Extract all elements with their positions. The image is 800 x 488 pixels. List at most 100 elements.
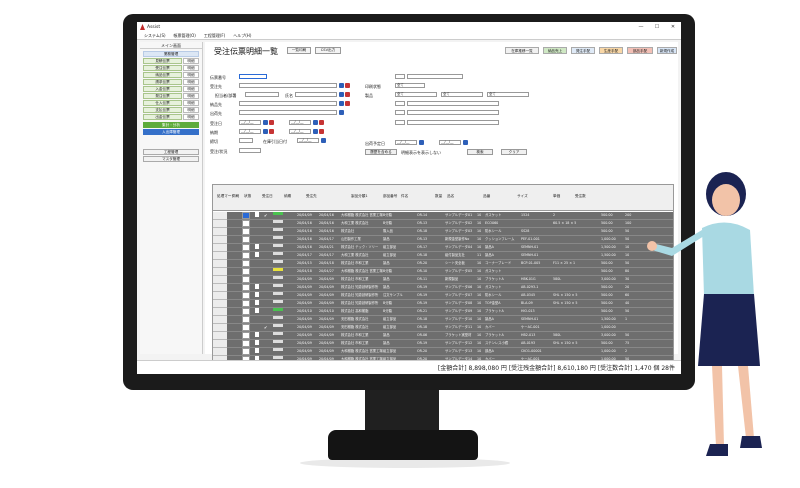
sidebar-detail-button[interactable]: 明細 — [183, 93, 199, 99]
row-header[interactable] — [213, 308, 227, 316]
product-select-1[interactable]: 全て — [395, 92, 437, 97]
menu-reports[interactable]: 帳票管理(O) — [174, 33, 196, 39]
calendar-icon[interactable] — [263, 120, 268, 125]
menu-process[interactable]: 工程管理(F) — [204, 33, 225, 39]
include-history-button[interactable]: 履歴を含める — [365, 149, 397, 155]
calendar-icon[interactable] — [419, 140, 424, 145]
row-header[interactable] — [213, 220, 227, 228]
filter-type-value[interactable] — [407, 74, 463, 79]
row-header[interactable] — [213, 244, 227, 252]
calendar-icon[interactable] — [321, 138, 326, 143]
hide-detail-checkbox[interactable]: 明細表示を表示しない — [401, 150, 441, 156]
row-select[interactable] — [242, 268, 250, 275]
row-header[interactable] — [213, 284, 227, 292]
filter-input-b[interactable] — [407, 110, 499, 115]
sidebar-detail-button[interactable]: 明細 — [183, 100, 199, 106]
due-date-to[interactable]: __/__/__ — [289, 129, 311, 134]
search-button[interactable]: 検索 — [467, 149, 493, 155]
sidebar-detail-button[interactable]: 明細 — [183, 86, 199, 92]
column-header[interactable]: 品番 — [483, 194, 490, 199]
filter-select-b[interactable] — [395, 110, 405, 115]
filter-select-a[interactable] — [395, 101, 405, 106]
action-button[interactable]: 納品売上 — [543, 47, 567, 54]
row-select[interactable] — [242, 228, 250, 235]
row-select[interactable] — [242, 308, 250, 315]
row-header[interactable] — [213, 228, 227, 236]
column-header[interactable]: 品名 — [447, 194, 454, 199]
filter-select-c[interactable] — [395, 120, 405, 125]
row-select[interactable] — [242, 292, 250, 299]
sidebar-section-business[interactable]: 業務管理 — [143, 51, 199, 57]
print-state-select[interactable]: 全て — [395, 83, 425, 88]
menu-system[interactable]: システム(S) — [144, 33, 166, 39]
table-row[interactable]: ✔ 20/04/09 20/04/16 大和樹脂 株式会社 営業工場 B分類 OR-14 サ… — [227, 212, 673, 220]
row-select[interactable] — [242, 252, 250, 259]
filter-type-select[interactable] — [395, 74, 405, 79]
ship-date-to[interactable]: __/__/__ — [439, 140, 461, 145]
column-header[interactable]: 受注先 — [306, 194, 317, 199]
calendar-icon[interactable] — [263, 129, 268, 134]
sidebar-detail-button[interactable]: 明細 — [183, 114, 199, 120]
row-header[interactable] — [213, 348, 227, 356]
clear-icon[interactable] — [345, 92, 350, 97]
fixed-date-input[interactable]: __/__/__ — [297, 138, 319, 143]
row-select[interactable] — [242, 348, 250, 355]
row-header[interactable] — [213, 340, 227, 348]
row-header[interactable] — [213, 276, 227, 284]
column-header[interactable]: 件名 — [401, 194, 408, 199]
sidebar-item[interactable]: 入金伝票 — [143, 86, 182, 92]
search-icon[interactable] — [339, 101, 344, 106]
row-header[interactable] — [213, 332, 227, 340]
sidebar-detail-button[interactable]: 明細 — [183, 58, 199, 64]
table-row[interactable]: 20/04/16 20/04/16 大和工業 株式会社 B分類 OR-13 サンプルデータ… — [227, 220, 673, 228]
csv-export-button[interactable]: CSV出力 — [315, 47, 341, 54]
row-header[interactable] — [213, 300, 227, 308]
analysis-button[interactable]: 集計・分析 — [143, 122, 199, 128]
row-select[interactable] — [242, 324, 250, 331]
calendar-icon[interactable] — [313, 129, 318, 134]
row-select[interactable] — [242, 244, 250, 251]
clear-icon[interactable] — [345, 101, 350, 106]
person-input[interactable] — [245, 92, 279, 97]
row-select[interactable] — [242, 276, 250, 283]
calendar-icon[interactable] — [463, 140, 468, 145]
customer-input[interactable] — [239, 83, 337, 88]
row-select[interactable] — [242, 332, 250, 339]
row-header[interactable] — [213, 268, 227, 276]
row-select[interactable] — [242, 236, 250, 243]
table-row[interactable]: 20/04/09 20/04/09 株式会社 知恵創研製作所 製品 OR-19 サンプルデ… — [227, 284, 673, 292]
print-list-button[interactable]: 一覧印刷 — [287, 47, 311, 54]
maximize-button[interactable]: ☐ — [649, 22, 665, 32]
sidebar-detail-button[interactable]: 明細 — [183, 72, 199, 78]
row-select[interactable] — [242, 300, 250, 307]
table-row[interactable]: 20/04/17 20/04/17 大和工業 株式会社 組立部品 OR-18 組付製品支社… — [227, 252, 673, 260]
column-header[interactable]: 印刷 — [232, 194, 239, 199]
sidebar-detail-button[interactable]: 明細 — [183, 79, 199, 85]
row-select[interactable] — [242, 260, 250, 267]
clear-button[interactable]: クリア — [501, 149, 527, 155]
sidebar-item[interactable]: 見積伝票 — [143, 58, 182, 64]
sidebar-detail-button[interactable]: 明細 — [183, 65, 199, 71]
column-header[interactable]: 部品番号 — [383, 194, 397, 199]
order-date-from[interactable]: __/__/__ — [239, 120, 261, 125]
sidebar-item[interactable]: 出金伝票 — [143, 114, 182, 120]
due-date-from[interactable]: __/__/__ — [239, 129, 261, 134]
row-header[interactable] — [213, 236, 227, 244]
calendar-icon[interactable] — [313, 120, 318, 125]
row-select[interactable] — [242, 316, 250, 323]
inventory-button[interactable]: 入出庫管理 — [143, 129, 199, 135]
calendar-clear-icon[interactable] — [269, 120, 274, 125]
table-row[interactable]: ✔ 20/04/09 20/04/09 安田樹脂 株式会社 組立部品 OR-18 サンプルデ… — [227, 324, 673, 332]
delivery-input[interactable] — [239, 101, 337, 106]
row-header[interactable] — [213, 252, 227, 260]
product-select-2[interactable]: 全て — [441, 92, 483, 97]
table-row[interactable]: 20/04/09 20/04/09 株式会社 市和工業 製品 OR-19 サンプルデータ1… — [227, 340, 673, 348]
search-icon[interactable] — [339, 83, 344, 88]
clear-icon[interactable] — [345, 83, 350, 88]
sidebar-item[interactable]: 受注伝票 — [143, 65, 182, 71]
table-row[interactable]: 20/04/09 20/04/09 株式会社 市和工業 製品 OR-11 新規製品 10 ブラ… — [227, 276, 673, 284]
column-header[interactable]: 製品分類1 — [351, 194, 368, 199]
row-select[interactable] — [242, 340, 250, 347]
master-button[interactable]: マスタ管理 — [143, 156, 199, 162]
column-header[interactable]: 納期 — [284, 194, 291, 199]
